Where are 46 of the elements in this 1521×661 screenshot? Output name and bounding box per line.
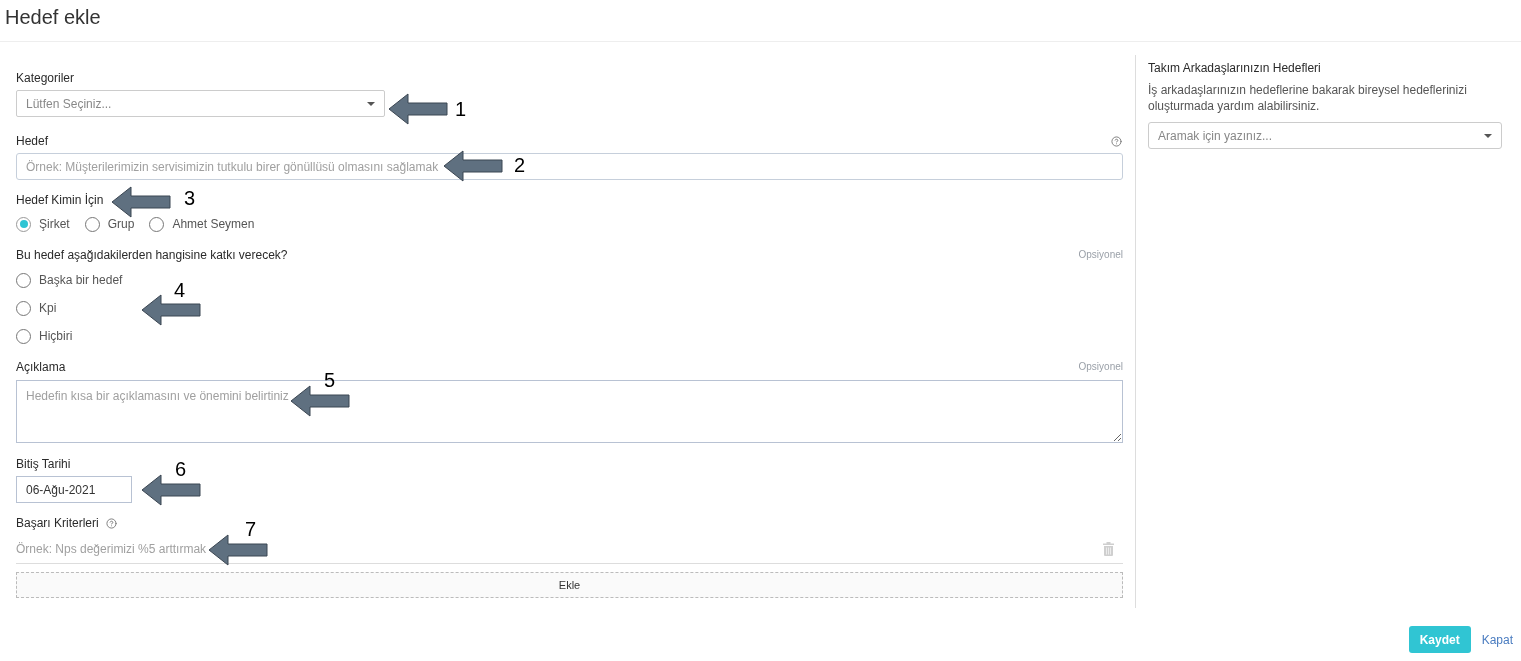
- field-label: Hedef: [16, 133, 49, 149]
- radio-label: Grup: [107, 216, 135, 233]
- caret-icon: [367, 101, 375, 106]
- radio-label: Hiçbiri: [39, 328, 73, 345]
- callout-number: 1: [455, 99, 467, 119]
- sidebar-description: İş arkadaşlarınızın hedeflerine bakarak bireysel hedeflerinizi oluşturmada yardım alabilirsiniz.: [1148, 82, 1468, 114]
- arrow-icon: [141, 474, 201, 506]
- radio-label: Kpi: [39, 300, 57, 317]
- callout-number: 3: [184, 188, 196, 208]
- field-label: Bitiş Tarihi: [16, 456, 71, 472]
- criteria-input[interactable]: Örnek: Nps değerimizi %5 arttırmak: [16, 536, 1103, 562]
- page-title: Hedef ekle: [5, 5, 102, 30]
- close-link[interactable]: Kapat: [1481, 630, 1513, 649]
- arrow-icon: [388, 93, 448, 125]
- callout-number: 7: [245, 519, 257, 539]
- arrow-icon: [111, 186, 171, 218]
- arrow-icon: [290, 385, 350, 417]
- field-label: Bu hedef aşağıdakilerden hangisine katkı verecek?: [16, 247, 288, 263]
- help-icon[interactable]: [1111, 135, 1122, 147]
- arrow-icon: [208, 534, 268, 566]
- radio-button[interactable]: [16, 328, 31, 344]
- callout-number: 4: [174, 280, 186, 300]
- radio-button[interactable]: [149, 216, 165, 232]
- sidebar-title: Takım Arkadaşlarınızın Hedefleri: [1148, 60, 1322, 76]
- callout-number: 6: [175, 459, 187, 479]
- field-label: Başarı Kriterleri: [16, 515, 99, 531]
- field-label: Hedef Kimin İçin: [16, 192, 104, 208]
- field-label: Kategoriler: [16, 70, 76, 86]
- category-dropdown[interactable]: Lütfen Seçiniz...: [16, 90, 385, 117]
- arrow-icon: [443, 150, 503, 182]
- radio-label: Ahmet Seymen: [172, 216, 255, 233]
- radio-button[interactable]: [16, 216, 31, 232]
- date-input[interactable]: 06-Ağu-2021: [16, 476, 132, 503]
- radio-label: Başka bir hedef: [39, 272, 123, 289]
- radio-button[interactable]: [84, 216, 100, 232]
- search-dropdown[interactable]: Aramak için yazınız...: [1148, 122, 1502, 149]
- help-icon[interactable]: [105, 517, 117, 529]
- add-button[interactable]: Ekle: [16, 572, 1123, 598]
- field-label: Açıklama: [16, 359, 66, 375]
- caret-icon: [1484, 133, 1492, 138]
- callout-number: 2: [514, 155, 526, 175]
- optional-note: Opsiyonel: [1078, 360, 1123, 374]
- radio-button[interactable]: [16, 272, 31, 288]
- optional-note: Opsiyonel: [1078, 248, 1123, 262]
- radio-button[interactable]: [16, 300, 31, 316]
- radio-label: Şirket: [39, 216, 70, 233]
